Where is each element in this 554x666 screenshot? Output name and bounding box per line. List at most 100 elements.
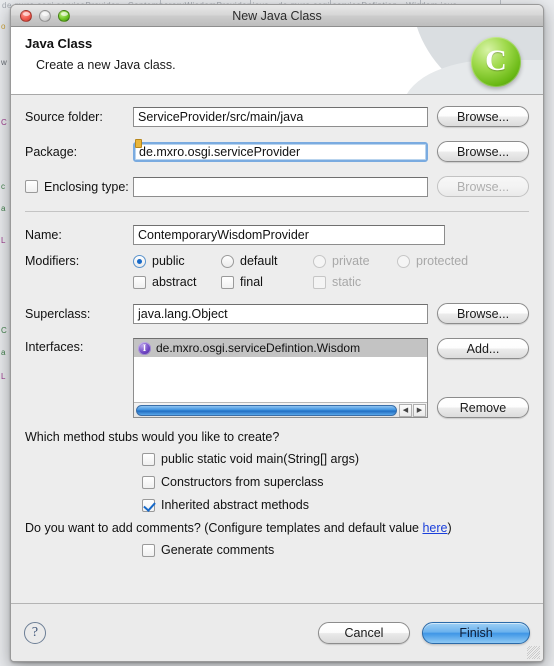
stub-main-row[interactable]: public static void main(String[] args) [142,452,529,466]
abstract-label: abstract [152,275,197,289]
enclosing-type-label-group: Enclosing type: [25,180,133,194]
window-controls [20,9,70,22]
default-radio-label: default [240,254,278,268]
dialog-titlebar[interactable]: New Java Class [11,5,543,27]
final-label: final [240,275,263,289]
bg-fragment: L [1,372,6,381]
comments-options: Generate comments [142,543,529,557]
protected-radio [397,254,410,268]
scroll-right-button[interactable]: ▶ [413,403,426,417]
inherited-abstract-checkbox[interactable] [142,498,155,512]
modifiers-row: Modifiers: public default private protec… [25,254,529,268]
remove-interface-button[interactable]: Remove [437,397,529,418]
help-button[interactable]: ? [24,621,46,644]
dialog-footer: ? Cancel Finish [11,603,543,661]
generate-comments-label: Generate comments [161,543,275,557]
public-radio-label: public [152,254,185,268]
bg-fragment: c [1,182,5,191]
bg-fragment: a [1,348,6,357]
stub-constructors-row[interactable]: Constructors from superclass [142,475,529,489]
configure-templates-link[interactable]: here [422,521,447,535]
bg-fragment: w [1,58,7,67]
interfaces-list-item-label: de.mxro.osgi.serviceDefintion.Wisdom [156,341,361,355]
modifier-check-static: static [313,275,361,289]
interfaces-buttons: Add... Remove [437,338,529,418]
abstract-checkbox[interactable] [133,275,146,289]
name-row: Name: ContemporaryWisdomProvider [25,225,529,245]
zoom-window-button[interactable] [58,9,70,22]
modifier-check-abstract[interactable]: abstract [133,275,221,289]
interfaces-list-item[interactable]: I de.mxro.osgi.serviceDefintion.Wisdom [134,339,427,357]
enclosing-type-browse-button: Browse... [437,176,529,197]
modifier-radio-default[interactable]: default [221,254,313,268]
public-radio[interactable] [133,254,146,268]
package-browse-button[interactable]: Browse... [437,141,529,162]
new-java-class-dialog: New Java Class C Java Class Create a new… [10,4,544,662]
wizard-icon-glyph: C [485,43,507,77]
private-radio-label: private [332,254,370,268]
source-folder-row: Source folder: ServiceProvider/src/main/… [25,106,529,127]
protected-radio-label: protected [416,254,469,268]
interfaces-list[interactable]: I de.mxro.osgi.serviceDefintion.Wisdom ◀… [133,338,428,418]
interfaces-list-empty-area[interactable] [134,357,427,402]
modifier-radio-public[interactable]: public [133,254,221,268]
modifier-radio-protected: protected [397,254,468,268]
source-folder-browse-button[interactable]: Browse... [437,106,529,127]
final-checkbox[interactable] [221,275,234,289]
bg-fragment: C [1,118,7,127]
name-label: Name: [25,228,62,242]
enclosing-type-input[interactable] [133,176,428,197]
cancel-button[interactable]: Cancel [318,621,410,644]
dialog-title: New Java Class [232,8,322,23]
comments-question-prefix: Do you want to add comments? (Configure … [25,521,423,535]
name-input[interactable]: ContemporaryWisdomProvider [133,225,445,245]
close-window-button[interactable] [20,9,32,22]
method-stubs-options: public static void main(String[] args) C… [142,452,529,512]
superclass-row: Superclass: java.lang.Object Browse... [25,303,529,324]
private-radio [313,254,326,268]
minimize-window-button[interactable] [39,9,51,22]
static-label: static [332,275,362,289]
static-checkbox [313,275,326,289]
add-interface-button[interactable]: Add... [437,338,529,359]
superclass-input[interactable]: java.lang.Object [133,303,428,324]
resize-grip-icon[interactable] [527,646,540,659]
interfaces-row: Interfaces: I de.mxro.osgi.serviceDefint… [25,338,529,418]
stub-inherited-row[interactable]: Inherited abstract methods [142,498,529,512]
enclosing-type-label: Enclosing type: [44,179,129,194]
section-divider [25,211,529,212]
modifiers-label: Modifiers: [25,254,80,268]
source-folder-label: Source folder: [25,109,103,124]
generate-comments-checkbox[interactable] [142,543,155,557]
method-stubs-question: Which method stubs would you like to cre… [25,430,280,444]
modifier-check-final[interactable]: final [221,275,313,289]
main-method-checkbox[interactable] [142,452,155,466]
constructors-checkbox[interactable] [142,475,155,489]
enclosing-type-row: Enclosing type: Browse... [25,176,529,197]
inherited-abstract-label: Inherited abstract methods [161,498,309,512]
dialog-header: C Java Class Create a new Java class. [11,27,543,95]
modifier-flags-row: abstract final static [25,275,529,289]
source-folder-input[interactable]: ServiceProvider/src/main/java [133,106,428,127]
package-input[interactable]: de.mxro.osgi.serviceProvider [133,141,428,162]
bg-fragment: C [1,326,7,335]
bg-fragment: o [1,22,6,31]
content-assist-marker-icon [135,139,142,148]
dialog-body: Source folder: ServiceProvider/src/main/… [11,95,543,603]
interfaces-horizontal-scrollbar[interactable]: ◀ ▶ [134,402,427,417]
superclass-browse-button[interactable]: Browse... [437,303,529,324]
default-radio[interactable] [221,254,234,268]
scroll-left-button[interactable]: ◀ [399,403,412,417]
enclosing-type-checkbox[interactable] [25,180,38,193]
generate-comments-row[interactable]: Generate comments [142,543,529,557]
finish-button[interactable]: Finish [422,621,530,644]
modifier-radio-private: private [313,254,397,268]
bg-fragment: L [1,236,6,245]
comments-question: Do you want to add comments? (Configure … [25,521,529,535]
superclass-label: Superclass: [25,306,91,321]
constructors-label: Constructors from superclass [161,475,324,489]
package-label: Package: [25,144,78,159]
bg-fragment: a [1,204,6,213]
scrollbar-thumb[interactable] [136,404,397,416]
main-method-label: public static void main(String[] args) [161,452,359,466]
